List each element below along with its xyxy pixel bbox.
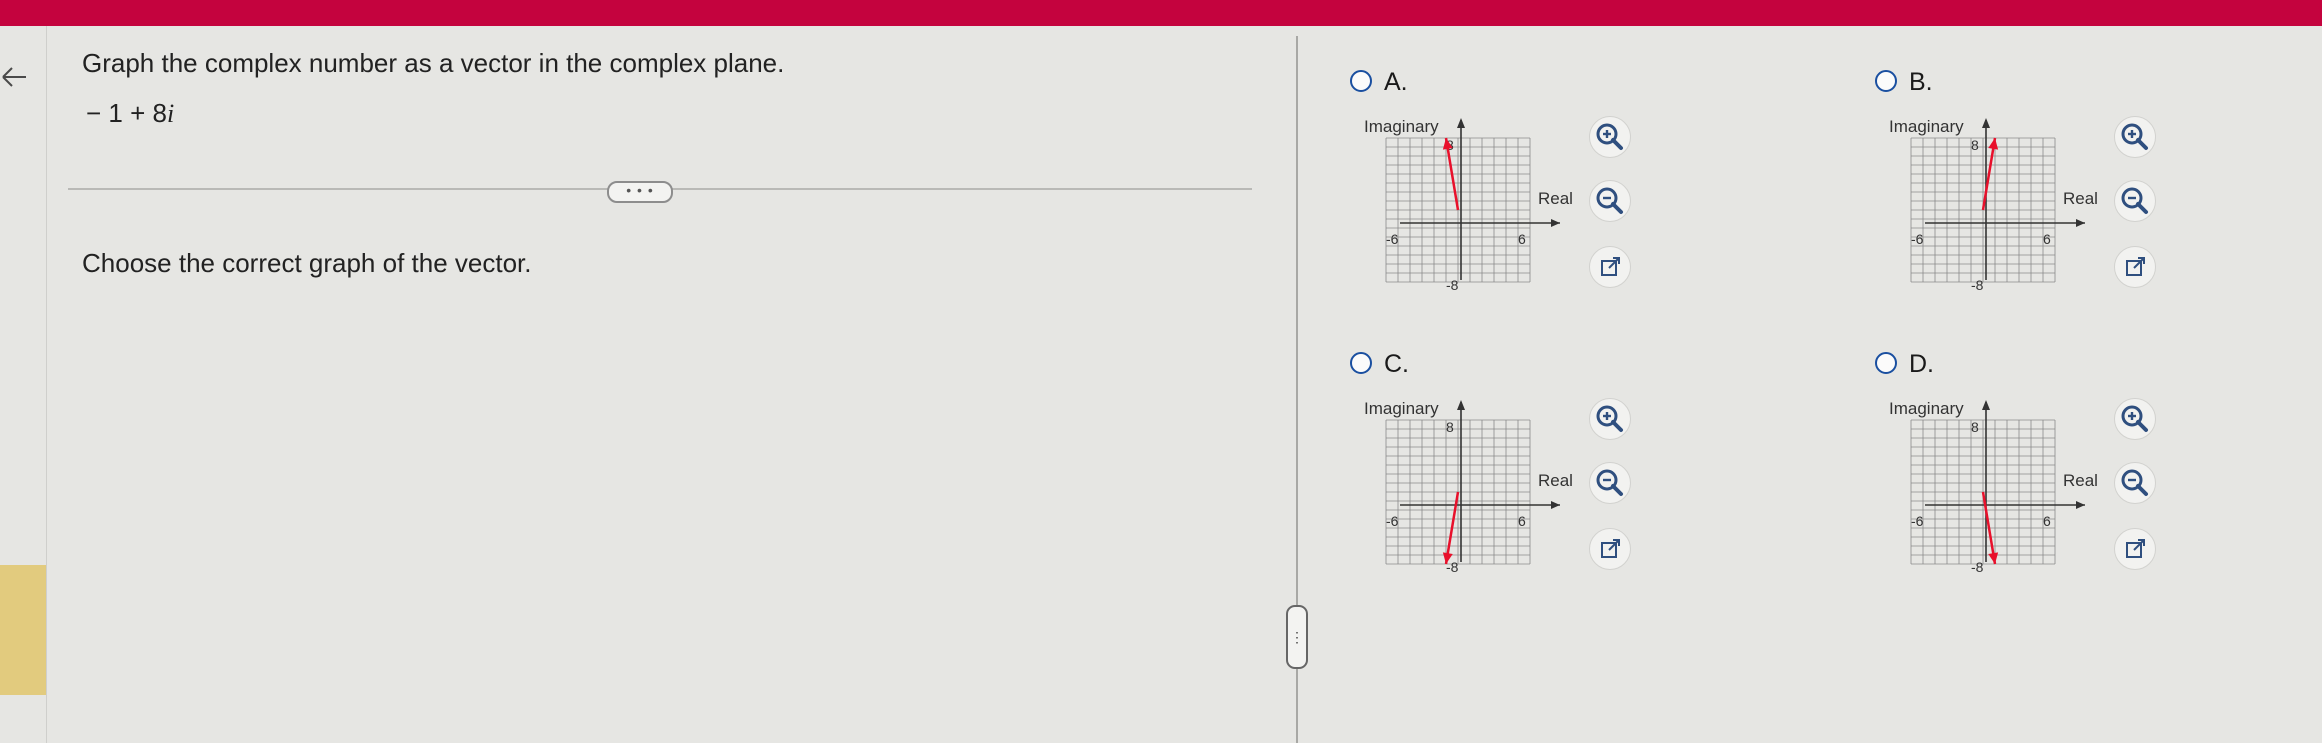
y-axis-arrow: [1982, 400, 1990, 410]
x-axis-label: Real: [1538, 471, 1573, 490]
zoom-in-icon[interactable]: [2114, 116, 2156, 158]
choice-d-radio[interactable]: [1875, 352, 1897, 374]
zoom-out-icon[interactable]: [1589, 462, 1631, 504]
x-axis-label: Real: [2063, 189, 2098, 208]
y-axis-label: Imaginary: [1364, 399, 1439, 418]
expression-prefix: − 1 + 8: [86, 98, 167, 128]
y-axis-label: Imaginary: [1364, 117, 1439, 136]
x-axis-arrow: [1551, 501, 1560, 509]
choice-b[interactable]: B. Imaginary Real 8 -8 -6 6: [1875, 68, 2315, 330]
y-axis-arrow: [1982, 118, 1990, 128]
choice-a[interactable]: A. Imaginary Real 8 -8 -6 6: [1350, 68, 1790, 330]
y-axis-label: Imaginary: [1889, 117, 1964, 136]
x-axis-arrow: [1551, 219, 1560, 227]
y-axis-arrow: [1457, 118, 1465, 128]
question-text: Graph the complex number as a vector in …: [82, 48, 785, 78]
choice-d-graph: Imaginary Real 8 -8 -6 6: [1889, 399, 2098, 575]
top-bar: [0, 0, 2322, 26]
more-dots-icon[interactable]: • • •: [607, 181, 673, 203]
x-min-label: -6: [1386, 513, 1399, 529]
choice-a-label: A.: [1384, 68, 1408, 96]
x-min-label: -6: [1911, 231, 1924, 247]
choice-b-graph: Imaginary Real 8 -8 -6 6: [1889, 117, 2098, 293]
choice-c-graph: Imaginary Real 8 -8 -6 6: [1364, 399, 1573, 575]
zoom-in-icon[interactable]: [1589, 398, 1631, 440]
choice-d[interactable]: D. Imaginary Real 8 -8 -6 6: [1875, 350, 2315, 612]
x-max-label: 6: [2043, 231, 2051, 247]
choice-c[interactable]: C. Imaginary Real 8 -8 -6 6: [1350, 350, 1790, 612]
zoom-out-icon[interactable]: [2114, 180, 2156, 222]
x-max-label: 6: [1518, 513, 1526, 529]
y-min-label: -8: [1446, 277, 1459, 293]
y-max-label: 8: [1971, 419, 1979, 435]
x-axis-arrow: [2076, 501, 2085, 509]
external-link-icon[interactable]: [2114, 528, 2156, 570]
choice-d-label: D.: [1909, 350, 1934, 378]
zoom-in-icon[interactable]: [1589, 116, 1631, 158]
x-min-label: -6: [1386, 231, 1399, 247]
x-min-label: -6: [1911, 513, 1924, 529]
y-min-label: -8: [1971, 277, 1984, 293]
zoom-in-icon[interactable]: [2114, 398, 2156, 440]
choice-a-graph: Imaginary Real 8 -8 -6 6: [1364, 117, 1573, 293]
external-link-icon[interactable]: [1589, 528, 1631, 570]
x-axis-arrow: [2076, 219, 2085, 227]
complex-expression: − 1 + 8i: [86, 98, 174, 129]
y-max-label: 8: [1446, 419, 1454, 435]
zoom-out-icon[interactable]: [2114, 462, 2156, 504]
external-link-icon[interactable]: [1589, 246, 1631, 288]
y-axis-arrow: [1457, 400, 1465, 410]
choice-a-radio[interactable]: [1350, 70, 1372, 92]
prompt-text: Choose the correct graph of the vector.: [82, 248, 532, 278]
imaginary-unit: i: [166, 99, 175, 128]
choice-b-radio[interactable]: [1875, 70, 1897, 92]
back-arrow-icon[interactable]: [0, 62, 30, 92]
choice-b-label: B.: [1909, 68, 1933, 96]
y-min-label: -8: [1971, 559, 1984, 575]
y-axis-label: Imaginary: [1889, 399, 1964, 418]
zoom-out-icon[interactable]: [1589, 180, 1631, 222]
x-max-label: 6: [1518, 231, 1526, 247]
x-max-label: 6: [2043, 513, 2051, 529]
choice-c-label: C.: [1384, 350, 1409, 378]
side-accent: [0, 565, 46, 695]
left-rail: [46, 26, 47, 743]
vector-arrowhead: [1988, 552, 1999, 564]
y-max-label: 8: [1971, 137, 1979, 153]
choice-c-radio[interactable]: [1350, 352, 1372, 374]
x-axis-label: Real: [2063, 471, 2098, 490]
y-min-label: -8: [1446, 559, 1459, 575]
pane-splitter-handle[interactable]: ⋮: [1286, 605, 1308, 669]
x-axis-label: Real: [1538, 189, 1573, 208]
vector-arrowhead: [1988, 138, 1999, 150]
external-link-icon[interactable]: [2114, 246, 2156, 288]
